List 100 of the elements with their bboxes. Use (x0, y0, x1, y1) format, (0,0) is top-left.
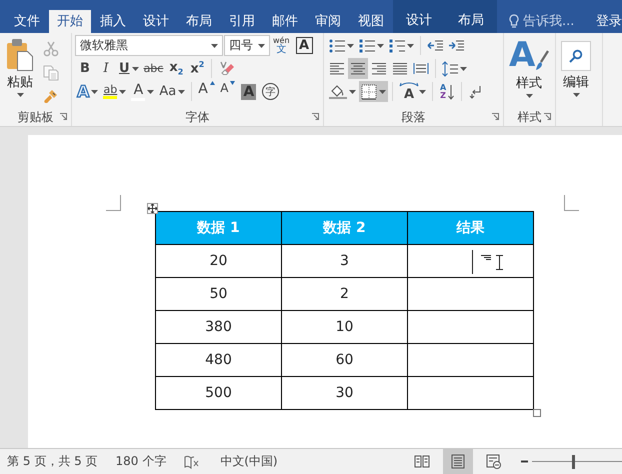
format-button[interactable]: A (238, 81, 259, 102)
caret-icon (407, 44, 414, 48)
paste-button[interactable]: 粘贴 (3, 35, 37, 108)
web-layout-icon (486, 454, 502, 469)
align-button[interactable] (348, 58, 368, 79)
font-name-field[interactable]: 微软雅黑 (75, 35, 223, 56)
caret-icon (347, 44, 354, 48)
sign-in-link[interactable]: 登录 (596, 10, 622, 33)
caret-icon (119, 90, 126, 94)
ribbon-tab[interactable]: 视图 (350, 10, 392, 33)
ribbon-tab[interactable]: 文件 (6, 10, 48, 33)
caret-icon (379, 90, 386, 94)
paintbrush-icon (43, 88, 59, 104)
arrow-down-icon (448, 84, 454, 100)
text-align-icon (329, 62, 345, 75)
line-spacing-icon (442, 60, 458, 76)
language-indicator: 中文(中国) (220, 453, 278, 470)
ribbon-tab[interactable]: 邮件 (264, 10, 306, 33)
format-button[interactable]: U (117, 58, 141, 79)
table-cell: 500 (156, 376, 282, 410)
crop-mark (106, 195, 121, 211)
table-cell: 380 (156, 310, 282, 344)
caret-icon (419, 90, 426, 94)
dialog-launcher-icon[interactable] (312, 113, 320, 121)
table-cell: 3 (282, 244, 408, 278)
borders-button[interactable] (359, 81, 388, 102)
format-button[interactable]: A (196, 81, 217, 102)
ribbon-tab[interactable]: 插入 (92, 10, 134, 33)
crop-mark (564, 195, 579, 211)
format-button[interactable]: abc (142, 58, 166, 79)
align-options-icon (481, 255, 491, 261)
text-align-icon (371, 62, 387, 75)
caret-icon (572, 93, 580, 97)
table-resize-handle[interactable] (533, 409, 541, 417)
return-arrows-icon (469, 84, 484, 98)
text-cursor (472, 250, 473, 274)
table-cell: 480 (156, 344, 282, 376)
dialog-launcher-icon[interactable] (492, 113, 500, 121)
column-header: 数据 2 (282, 212, 408, 244)
proofing-button[interactable] (184, 454, 200, 468)
clipboard-icon (5, 38, 35, 71)
caret-icon (460, 66, 467, 70)
format-button[interactable]: x$_{2}$ (166, 58, 186, 79)
phonetic-guide-button[interactable]: wén 文 (271, 35, 292, 56)
table-move-handle[interactable] (147, 203, 158, 214)
ribbon-tab[interactable]: 布局 (445, 0, 497, 33)
format-button[interactable]: x$^{2}$ (187, 58, 208, 79)
outdent-icon (427, 40, 443, 52)
ribbon-tab[interactable]: 布局 (178, 10, 220, 33)
triangle-up-icon (210, 81, 215, 85)
move-arrows-icon (148, 204, 157, 213)
character-border-button[interactable]: A (296, 37, 313, 54)
column-header: 结果 (408, 212, 534, 244)
sort-button[interactable]: A Z (437, 81, 458, 102)
ribbon-tab[interactable]: 审阅 (307, 10, 349, 33)
caret-icon (258, 44, 265, 48)
column-header: 数据 1 (156, 212, 282, 244)
caret-icon (147, 90, 154, 94)
dialog-launcher-icon[interactable] (60, 113, 68, 121)
format-button[interactable]: I (96, 58, 116, 79)
ribbon-tab[interactable]: 引用 (221, 10, 263, 33)
caret-icon (91, 90, 98, 94)
read-mode-icon (414, 454, 430, 469)
format-button[interactable]: A (129, 81, 156, 102)
caret-icon (526, 94, 533, 98)
caret-icon (211, 44, 218, 48)
double-arrow-icon (398, 82, 420, 88)
lightbulb-icon (509, 14, 519, 29)
indent-icon (448, 40, 464, 52)
page-count: 第 5 页，共 5 页 (7, 453, 98, 470)
view-button[interactable] (443, 449, 473, 474)
table-cell: 60 (282, 344, 408, 376)
group-label: 剪贴板 (18, 108, 54, 126)
minus-icon (521, 460, 528, 463)
numbered-list-icon (359, 38, 375, 52)
text-align-icon (392, 62, 408, 75)
slider-thumb[interactable] (572, 454, 574, 468)
format-button[interactable]: Aa (157, 81, 188, 102)
i-beam-cursor-icon (496, 255, 503, 270)
editing-button[interactable]: 编辑 (559, 35, 593, 108)
search-field[interactable]: 告诉我... (509, 10, 585, 33)
ribbon-tab[interactable]: 设计 (393, 0, 445, 33)
word-count: 180 个字 (116, 453, 166, 470)
format-button[interactable]: 字 (260, 81, 281, 102)
caret-icon (16, 93, 24, 97)
dialog-launcher-icon[interactable] (544, 113, 552, 121)
zoom-out-button[interactable] (521, 460, 528, 463)
border-grid-icon (361, 84, 377, 100)
font-size-field[interactable]: 四号 (224, 35, 270, 56)
table-cell: 2 (282, 278, 408, 310)
text-align-icon (413, 62, 429, 75)
format-button[interactable]: ab (101, 81, 128, 102)
caret-icon (377, 44, 384, 48)
styles-button[interactable]: A 样式 (507, 35, 552, 108)
format-button[interactable]: A (218, 81, 238, 102)
group-label: 段落 (402, 108, 426, 126)
ribbon-tab[interactable]: 开始 (49, 10, 91, 33)
chinese-layout-button[interactable]: A (397, 81, 428, 102)
format-button[interactable]: B (75, 58, 95, 79)
ribbon-tab[interactable]: 设计 (135, 10, 177, 33)
